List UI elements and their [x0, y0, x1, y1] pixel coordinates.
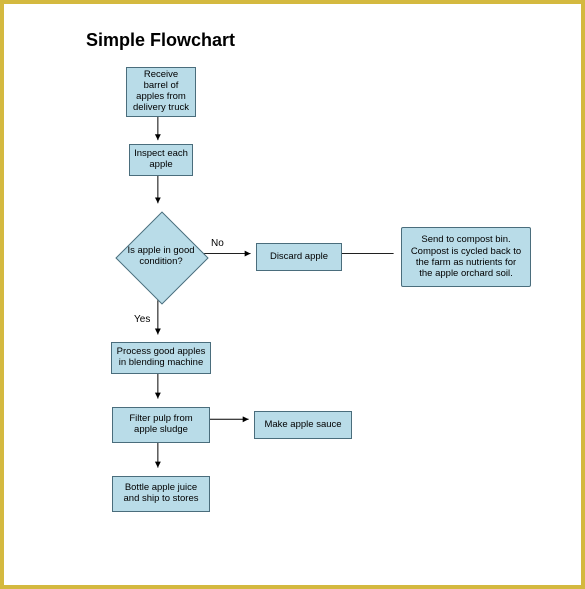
document-frame: Simple Flowchart [0, 0, 585, 589]
connectors [4, 4, 581, 585]
node-process: Process good apples in blending machine [111, 342, 211, 374]
node-inspect: Inspect each apple [129, 144, 193, 176]
decision-text: Is apple in good condition? [115, 211, 207, 303]
node-receive: Receive barrel of apples from delivery t… [126, 67, 196, 117]
node-discard: Discard apple [256, 243, 342, 271]
node-decision: Is apple in good condition? [115, 211, 207, 303]
edge-label-no: No [211, 238, 224, 249]
node-compost-note: Send to compost bin. Compost is cycled b… [401, 227, 531, 287]
node-make-sauce: Make apple sauce [254, 411, 352, 439]
edge-label-yes: Yes [134, 314, 150, 325]
node-filter: Filter pulp from apple sludge [112, 407, 210, 443]
flowchart-canvas: Receive barrel of apples from delivery t… [4, 4, 581, 585]
node-bottle: Bottle apple juice and ship to stores [112, 476, 210, 512]
